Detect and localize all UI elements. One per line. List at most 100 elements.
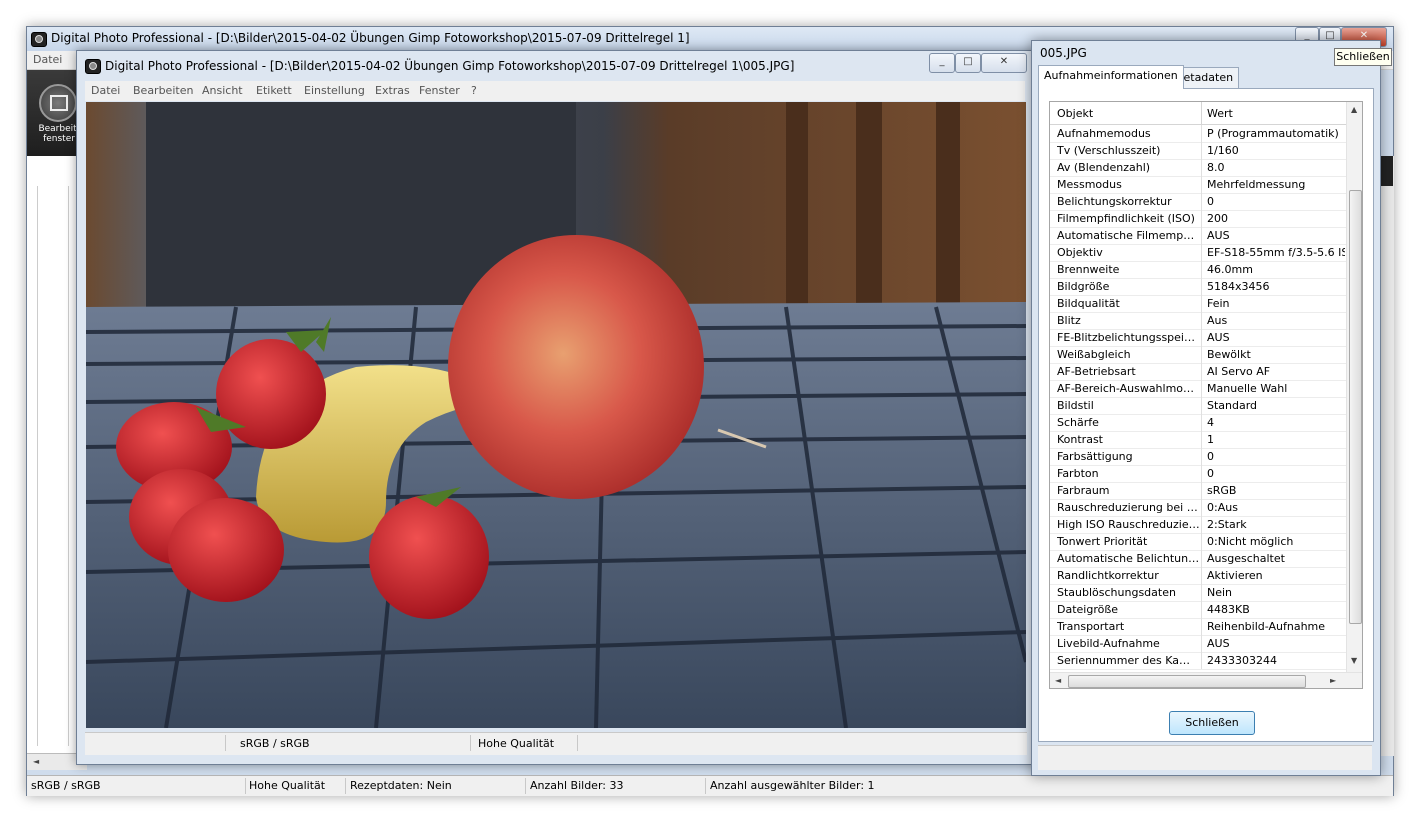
viewer-status-quality: Hohe Qualität <box>478 737 555 750</box>
vertical-scrollbar[interactable]: ▲ ▼ <box>1346 102 1362 672</box>
row-key: Seriennummer des Kamera... <box>1057 654 1200 667</box>
table-row[interactable]: Bildqualität Fein <box>1050 295 1346 313</box>
close-tooltip: Schließen <box>1334 48 1392 66</box>
table-row[interactable]: Dateigröße 4483KB <box>1050 601 1346 619</box>
photo-preview[interactable] <box>86 102 1026 728</box>
viewer-window-title: Digital Photo Professional - [D:\Bilder\… <box>105 59 795 73</box>
row-value: Manuelle Wahl <box>1207 382 1288 395</box>
camera-icon <box>85 59 101 74</box>
row-value: 0 <box>1207 195 1214 208</box>
table-row[interactable]: Blitz Aus <box>1050 312 1346 330</box>
close-button[interactable]: Schließen <box>1169 711 1255 735</box>
table-row[interactable]: Bildstil Standard <box>1050 397 1346 415</box>
table-row[interactable]: High ISO Rauschreduzierung 2:Stark <box>1050 516 1346 534</box>
table-row[interactable]: Automatische Belichtungso... Ausgeschalte… <box>1050 550 1346 568</box>
row-value: Nein <box>1207 586 1233 599</box>
table-row[interactable]: Rauschreduzierung bei Lan... 0:Aus <box>1050 499 1346 517</box>
menu-extras[interactable]: Extras <box>375 84 410 97</box>
minimize-icon[interactable]: _ <box>929 53 955 73</box>
scroll-right-icon[interactable]: ► <box>1330 676 1336 685</box>
row-value: sRGB <box>1207 484 1237 497</box>
menu-datei[interactable]: Datei <box>91 84 120 97</box>
camera-icon <box>31 32 47 47</box>
scroll-left-icon[interactable]: ◄ <box>33 757 39 766</box>
tab-aufnahmeinformationen[interactable]: Aufnahmeinformationen <box>1038 65 1184 89</box>
table-row[interactable]: Messmodus Mehrfeldmessung <box>1050 176 1346 194</box>
photo-image <box>86 102 1026 728</box>
menu-fenster[interactable]: Fenster <box>419 84 460 97</box>
table-row[interactable]: Farbton 0 <box>1050 465 1346 483</box>
table-row[interactable]: Automatische Filmempfindli... AUS <box>1050 227 1346 245</box>
status-image-count: Anzahl Bilder: 33 <box>530 779 624 792</box>
vertical-scroll-thumb[interactable] <box>1349 190 1362 624</box>
row-key: High ISO Rauschreduzierung <box>1057 518 1200 531</box>
menu-help[interactable]: ? <box>471 84 477 97</box>
table-row[interactable]: Transportart Reihenbild-Aufnahme <box>1050 618 1346 636</box>
table-row[interactable]: Farbsättigung 0 <box>1050 448 1346 466</box>
column-header-wert[interactable]: Wert <box>1207 107 1345 120</box>
scroll-down-icon[interactable]: ▼ <box>1351 656 1357 665</box>
status-quality: Hohe Qualität <box>249 779 326 792</box>
viewer-menu-bar: Datei Bearbeiten Ansicht Etikett Einstel… <box>85 81 1025 101</box>
table-row[interactable]: Farbraum sRGB <box>1050 482 1346 500</box>
table-row[interactable]: Tv (Verschlusszeit) 1/160 <box>1050 142 1346 160</box>
maximize-icon[interactable]: □ <box>955 53 981 73</box>
row-value: 5184x3456 <box>1207 280 1270 293</box>
row-value: EF-S18-55mm f/3.5-5.6 IS I <box>1207 246 1345 259</box>
row-key: Blitz <box>1057 314 1081 327</box>
table-row[interactable]: Aufnahmemodus P (Programmautomatik) <box>1050 125 1346 143</box>
table-row[interactable]: FE-Blitzbelichtungsspeicher... AUS <box>1050 329 1346 347</box>
table-row[interactable]: AF-Bereich-Auswahlmodus Manuelle Wahl <box>1050 380 1346 398</box>
row-value: AUS <box>1207 229 1230 242</box>
panel-divider <box>37 186 69 746</box>
table-row[interactable]: Belichtungskorrektur 0 <box>1050 193 1346 211</box>
status-selected-count: Anzahl ausgewählter Bilder: 1 <box>710 779 875 792</box>
scroll-left-icon[interactable]: ◄ <box>1055 676 1061 685</box>
horizontal-scroll-thumb[interactable] <box>1068 675 1306 688</box>
row-key: Belichtungskorrektur <box>1057 195 1172 208</box>
close-icon[interactable]: ✕ <box>981 53 1027 73</box>
main-window-title: Digital Photo Professional - [D:\Bilder\… <box>51 31 690 45</box>
row-value: Aus <box>1207 314 1228 327</box>
table-row[interactable]: Weißabgleich Bewölkt <box>1050 346 1346 364</box>
table-header: Objekt Wert <box>1050 102 1346 125</box>
row-key: Automatische Filmempfindli... <box>1057 229 1200 242</box>
horizontal-scrollbar[interactable]: ◄ ► <box>1050 672 1362 688</box>
menu-datei[interactable]: Datei <box>33 53 62 66</box>
row-key: Filmempfindlichkeit (ISO) <box>1057 212 1195 225</box>
row-key: Farbton <box>1057 467 1099 480</box>
row-value: Standard <box>1207 399 1258 412</box>
table-row[interactable]: Filmempfindlichkeit (ISO) 200 <box>1050 210 1346 228</box>
table-row[interactable]: Bildgröße 5184x3456 <box>1050 278 1346 296</box>
menu-etikett[interactable]: Etikett <box>256 84 292 97</box>
scroll-up-icon[interactable]: ▲ <box>1351 105 1357 114</box>
row-value: AUS <box>1207 637 1230 650</box>
table-row[interactable]: Staublöschungsdaten Nein <box>1050 584 1346 602</box>
table-row[interactable]: Brennweite 46.0mm <box>1050 261 1346 279</box>
table-row[interactable]: Kontrast 1 <box>1050 431 1346 449</box>
row-value: P (Programmautomatik) <box>1207 127 1339 140</box>
table-row[interactable]: Seriennummer des Kamera... 2433303244 <box>1050 652 1346 670</box>
table-row[interactable]: Objektiv EF-S18-55mm f/3.5-5.6 IS I <box>1050 244 1346 262</box>
column-header-objekt[interactable]: Objekt <box>1057 107 1200 120</box>
right-panel-strip <box>1379 156 1394 756</box>
row-key: Av (Blendenzahl) <box>1057 161 1151 174</box>
table-row[interactable]: Livebild-Aufnahme AUS <box>1050 635 1346 653</box>
table-row[interactable]: Schärfe 4 <box>1050 414 1346 432</box>
menu-einstellung[interactable]: Einstellung <box>304 84 365 97</box>
viewer-title-bar[interactable]: Digital Photo Professional - [D:\Bilder\… <box>77 51 1035 79</box>
table-row[interactable]: Av (Blendenzahl) 8.0 <box>1050 159 1346 177</box>
row-value: 0:Aus <box>1207 501 1238 514</box>
edit-window-icon[interactable] <box>39 84 77 122</box>
table-row[interactable]: Randlichtkorrektur Aktivieren <box>1050 567 1346 585</box>
row-value: Bewölkt <box>1207 348 1251 361</box>
row-value: Ausgeschaltet <box>1207 552 1285 565</box>
row-key: Tv (Verschlusszeit) <box>1057 144 1161 157</box>
row-key: Farbraum <box>1057 484 1110 497</box>
menu-ansicht[interactable]: Ansicht <box>202 84 243 97</box>
menu-bearbeiten[interactable]: Bearbeiten <box>133 84 193 97</box>
table-row[interactable]: AF-Betriebsart AI Servo AF <box>1050 363 1346 381</box>
row-key: Transportart <box>1057 620 1125 633</box>
table-row[interactable]: Tonwert Priorität 0:Nicht möglich <box>1050 533 1346 551</box>
row-value: 0 <box>1207 450 1214 463</box>
